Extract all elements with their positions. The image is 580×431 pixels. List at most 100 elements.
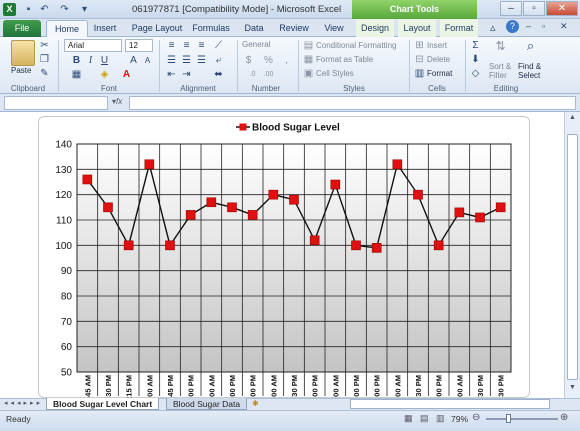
align-middle-icon[interactable]: ≡ [180,40,193,52]
restore-button[interactable]: ▫ [523,1,545,16]
number-format-box[interactable]: General [242,40,292,49]
sort-filter-button[interactable]: Sort & [489,62,511,71]
y-tick-label: 50 [61,368,73,379]
sort-filter-button-line2[interactable]: Filter [489,71,507,80]
close-button[interactable]: ✕ [546,1,578,16]
tab-home[interactable]: Home [46,20,88,38]
percent-icon[interactable]: % [262,55,275,67]
insert-cells-button[interactable]: Insert [427,41,447,50]
conditional-formatting-icon[interactable]: ▤ [302,40,315,52]
scroll-down-icon[interactable]: ▼ [567,384,578,396]
bold-icon[interactable]: B [70,55,83,67]
tab-formulas[interactable]: Formulas [189,19,233,37]
sheet-tab-data[interactable]: Blood Sugar Data [166,398,248,410]
normal-view-icon[interactable]: ▦ [404,413,413,424]
decrease-decimal-icon[interactable]: .00 [262,69,275,81]
increase-decimal-icon[interactable]: .0 [246,69,259,81]
scroll-up-icon[interactable]: ▲ [567,114,578,126]
format-cells-icon[interactable]: ▥ [413,68,426,80]
redo-icon[interactable]: ↷ [58,3,71,16]
save-icon[interactable]: ▪ [22,3,35,16]
tab-page-layout[interactable]: Page Layout [126,19,188,37]
decrease-indent-icon[interactable]: ⇤ [165,69,178,81]
autosum-icon[interactable]: Σ [469,40,482,52]
cut-icon[interactable]: ✂ [38,40,51,52]
delete-cells-icon[interactable]: ⊟ [413,54,426,66]
minimize-button[interactable]: – [500,1,522,16]
workbook-restore-button[interactable]: ▫ [542,21,545,31]
workbook-close-button[interactable]: ✕ [560,21,568,32]
fill-icon[interactable]: ⬇ [469,54,482,66]
tab-layout[interactable]: Layout [398,19,436,37]
borders-icon[interactable]: ▦ [70,69,83,81]
insert-sheet-icon[interactable]: ✱ [252,399,259,408]
underline-icon[interactable]: U [98,55,111,67]
paste-icon[interactable] [11,40,35,66]
merge-center-icon[interactable]: ⬌ [212,69,225,81]
insert-function-icon[interactable]: fx [116,97,122,106]
delete-cells-button[interactable]: Delete [427,55,450,64]
zoom-in-icon[interactable]: ⊕ [560,412,568,423]
copy-icon[interactable]: ❐ [38,54,51,66]
find-select-button[interactable]: Find & [518,62,541,71]
tab-view[interactable]: View [318,19,350,37]
page-layout-view-icon[interactable]: ▤ [420,413,429,424]
shrink-font-icon[interactable]: A [141,55,154,67]
page-break-view-icon[interactable]: ▥ [436,413,445,424]
currency-icon[interactable]: $ [242,55,255,67]
center-icon[interactable]: ☰ [180,55,193,67]
align-top-icon[interactable]: ≡ [165,40,178,52]
zoom-level[interactable]: 79% [451,414,468,424]
zoom-slider-thumb[interactable] [506,414,511,423]
tab-review[interactable]: Review [275,19,313,37]
font-size-box[interactable]: 12 [125,39,153,52]
zoom-out-icon[interactable]: ⊖ [472,412,480,423]
align-left-icon[interactable]: ☰ [165,55,178,67]
data-point-marker [289,194,299,205]
sheet-nav-icon[interactable]: ◂◂◂▸▸▸ [4,399,43,407]
help-icon[interactable]: ? [506,20,519,33]
align-bottom-icon[interactable]: ≡ [195,40,208,52]
format-as-table-button[interactable]: Format as Table [316,55,373,64]
wrap-text-icon[interactable]: ⤶ [212,55,225,67]
minimize-ribbon-icon[interactable]: ▵ [490,21,496,34]
font-name-box[interactable]: Arial [64,39,122,52]
format-painter-icon[interactable]: ✎ [38,68,51,80]
tab-design[interactable]: Design [356,19,394,37]
find-select-button-line2[interactable]: Select [518,71,540,80]
name-box[interactable] [4,96,108,110]
workbook-minimize-button[interactable]: – [526,21,531,31]
vertical-scrollbar[interactable]: ▲ ▼ [564,112,580,398]
binoculars-icon[interactable]: ⌕ [524,39,537,52]
sheet-tab-chart[interactable]: Blood Sugar Level Chart [46,398,160,410]
conditional-formatting-button[interactable]: Conditional Formatting [316,41,396,50]
tab-insert[interactable]: Insert [88,19,122,37]
chart-area[interactable]: 50 60 70 80 90 100 110 120 130 140 45 AM 30 PM:15 … [38,116,530,399]
font-color-icon[interactable]: A [120,69,133,81]
orientation-icon[interactable]: ⟋ [212,40,225,52]
format-cells-button[interactable]: Format [427,69,452,78]
zoom-slider[interactable] [486,418,558,420]
undo-icon[interactable]: ↶ [38,3,51,16]
data-point-marker [123,240,134,251]
tab-format[interactable]: Format [440,19,478,37]
sort-filter-icon[interactable]: ⇅ [494,40,507,52]
paste-button[interactable]: Paste [11,66,31,75]
increase-indent-icon[interactable]: ⇥ [180,69,193,81]
insert-cells-icon[interactable]: ⊞ [413,40,426,52]
horizontal-scrollbar[interactable] [350,399,550,409]
tab-data[interactable]: Data [238,19,270,37]
tab-file[interactable]: File [3,20,41,37]
italic-icon[interactable]: I [84,55,97,67]
cell-styles-button[interactable]: Cell Styles [316,69,354,78]
customize-toolbar-icon[interactable]: ▾ [78,3,91,16]
grow-font-icon[interactable]: A [127,55,140,67]
comma-style-icon[interactable]: , [280,55,293,67]
formula-input[interactable] [129,96,576,110]
format-as-table-icon[interactable]: ▦ [302,54,315,66]
scroll-thumb[interactable] [567,134,578,380]
cell-styles-icon[interactable]: ▣ [302,68,315,80]
align-right-icon[interactable]: ☰ [195,55,208,67]
fill-color-icon[interactable]: ◈ [98,69,111,81]
clear-icon[interactable]: ◇ [469,68,482,80]
